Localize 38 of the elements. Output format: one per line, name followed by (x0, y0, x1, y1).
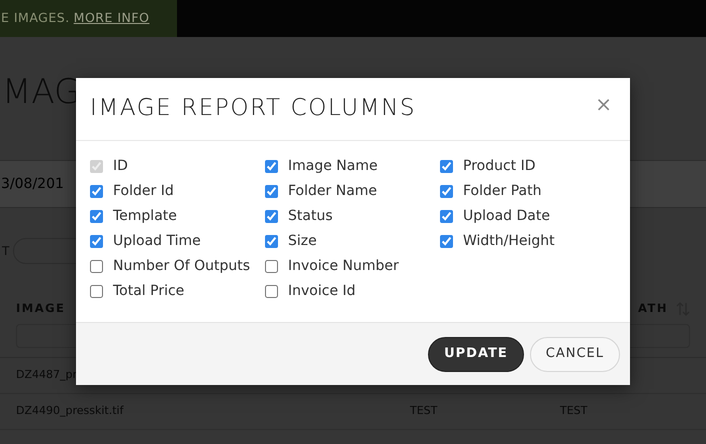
checkbox[interactable] (265, 185, 278, 198)
date-field[interactable]: 3/08/201 (1, 174, 64, 194)
option-text: Status (288, 207, 333, 226)
option-text: Folder Path (463, 182, 542, 201)
option-text: Upload Date (463, 207, 550, 226)
option-text: Template (113, 207, 177, 226)
checkbox[interactable] (90, 285, 103, 298)
update-button[interactable]: UPDATE (428, 336, 524, 372)
checkbox[interactable] (440, 160, 453, 173)
checkbox[interactable] (265, 235, 278, 248)
banner-text: E IMAGES. (1, 9, 70, 28)
modal-title: IMAGE REPORT COLUMNS (90, 95, 416, 123)
checkbox[interactable] (90, 210, 103, 223)
option-text: Invoice Id (288, 282, 356, 301)
checkbox[interactable] (265, 260, 278, 273)
option-text: Number Of Outputs (113, 257, 250, 276)
option-text: Folder Name (288, 182, 378, 201)
option-text: Width/Height (463, 232, 555, 251)
checkbox[interactable] (440, 210, 453, 223)
option-text: Size (288, 232, 317, 251)
checkbox[interactable] (265, 285, 278, 298)
checkbox[interactable] (440, 185, 453, 198)
checkbox[interactable] (440, 235, 453, 248)
checkbox[interactable] (90, 260, 103, 273)
option-text: Invoice Number (288, 257, 399, 276)
option-text: Upload Time (113, 232, 201, 251)
option-text: Total Price (113, 282, 184, 301)
checkbox[interactable] (265, 210, 278, 223)
cancel-button[interactable]: CANCEL (530, 336, 620, 372)
checkbox[interactable] (90, 235, 103, 248)
option-text: Image Name (288, 157, 378, 176)
close-button[interactable]: × (591, 94, 616, 114)
checkbox[interactable] (90, 185, 103, 198)
option-text: Product ID (463, 157, 536, 176)
option-text: Folder Id (113, 182, 174, 201)
checkbox[interactable] (265, 160, 278, 173)
option-text: ID (113, 157, 128, 176)
more-info-link[interactable]: MORE INFO (74, 9, 150, 28)
